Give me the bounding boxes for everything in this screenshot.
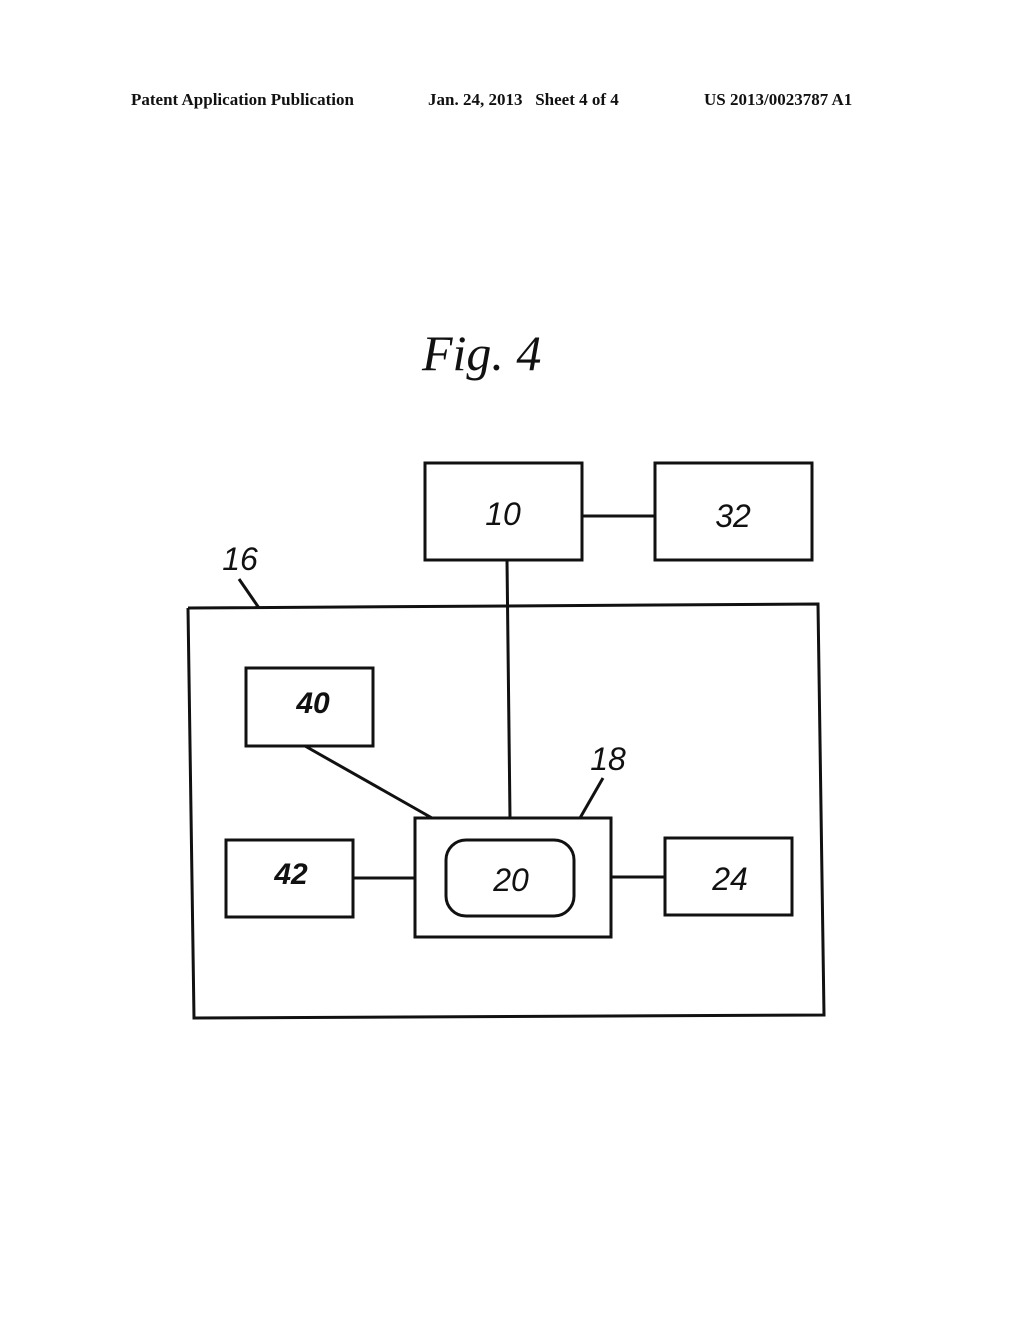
leader-16 [237, 578, 261, 609]
leader-18 [578, 777, 605, 819]
enclosure-16-label: 16 [222, 541, 258, 577]
block-diagram: 10 32 40 42 20 24 16 18 [186, 461, 826, 1020]
block-20-label: 20 [492, 862, 529, 898]
block-24-label: 24 [711, 861, 748, 897]
block-42-label: 42 [273, 858, 308, 891]
housing-18-label: 18 [590, 741, 626, 777]
block-32-label: 32 [715, 498, 751, 534]
block-10-label: 10 [485, 496, 521, 532]
connector-10-18 [505, 559, 512, 819]
connector-40-18 [304, 744, 433, 820]
block-40-label: 40 [295, 687, 330, 720]
enclosure-16-outline [186, 602, 826, 1020]
